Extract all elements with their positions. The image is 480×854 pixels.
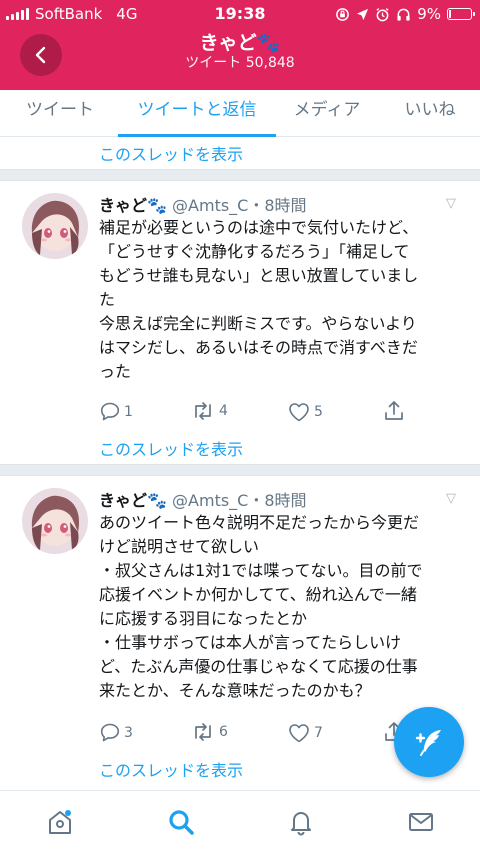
heart-icon [289,403,309,422]
reply-count: 3 [124,724,133,741]
tweet-text-line: った [99,362,132,381]
retweet-icon [195,402,211,420]
like-count: 7 [314,725,323,741]
profile-header: SoftBank 4G 19:38 9% きゃど🐾 ツイート 50,848 [0,0,480,90]
tweet-text-line: 「どうせすぐ沈静化するだろう」「補足して [99,242,410,261]
tweet-text-line: 今思えば完全に判断ミスです。やらないより [99,314,417,333]
like-count: 5 [314,404,323,420]
reply-icon [100,723,120,742]
tweet-text: あのツイート色々説明不足だったから今更だ けど説明させて欲しい ・叔父さんは1対… [99,511,471,703]
tweet-text: 補足が必要というのは途中で気付いたけど、 「どうせすぐ沈静化するだろう」「補足し… [99,216,471,384]
mail-icon [409,813,433,831]
tab-likes[interactable]: いいね [392,90,468,136]
tab-tweets-and-replies[interactable]: ツイートと返信 [118,90,276,136]
tweet-menu-caret-icon[interactable]: ▽ [446,491,456,506]
author-handle: @Amts_C [172,491,249,510]
author-name[interactable]: きゃど🐾 [99,491,167,510]
like-button[interactable]: 7 [288,723,323,743]
tweet-header: きゃど🐾 @Amts_C・8時間 [99,196,307,215]
tweet-menu-caret-icon[interactable]: ▽ [446,196,456,211]
alarm-icon [376,7,389,21]
tweet-text-line: 補足が必要というのは途中で気付いたけど、 [99,218,419,237]
tweet-text-line: けど説明させて欲しい [99,537,260,556]
status-bar: SoftBank 4G 19:38 9% [0,0,480,28]
tweet-divider [0,169,480,181]
tweet-text-line: もどうせ誰も見ない」と思い放置していまし [99,266,419,285]
retweet-button[interactable]: 6 [191,723,228,741]
tweet-text-line: ど、たぶん声優の仕事じゃなくて応援の仕事 [99,657,418,676]
tweet-text-line: はマシだし、あるいはその時点で消すべきだ [99,338,418,357]
share-icon [385,401,403,420]
home-icon [49,810,71,834]
battery-percent: 9% [417,5,441,23]
like-button[interactable]: 5 [288,402,323,422]
show-thread-link[interactable]: このスレッドを表示 [99,141,243,165]
rotation-lock-icon [336,7,350,21]
show-thread-link[interactable]: このスレッドを表示 [99,436,243,460]
profile-tabs: ツイート ツイートと返信 メディア いいね [0,90,480,137]
nav-search[interactable] [166,807,196,837]
retweet-icon [195,723,211,741]
tweet-divider [0,464,480,476]
tab-tweets[interactable]: ツイート [10,90,110,136]
tab-media[interactable]: メディア [284,90,370,136]
profile-name-title: きゃど🐾 [199,32,281,54]
compose-tweet-button[interactable] [394,707,464,777]
tweet-time: 8時間 [264,196,307,215]
avatar[interactable] [22,193,88,259]
heart-icon [289,724,309,743]
tweet-text-line: あのツイート色々説明不足だったから今更だ [99,513,420,532]
compose-feather-icon [415,730,441,756]
bell-icon [291,812,311,836]
nav-notifications[interactable] [286,807,316,837]
tweet-text-line: に応援する羽目になったとか [99,609,308,628]
headphones-icon [397,8,410,21]
nav-home[interactable] [45,807,75,837]
avatar[interactable] [22,488,88,554]
search-icon [169,810,194,835]
retweet-count: 4 [219,403,228,419]
battery-fill [449,10,451,18]
reply-button[interactable]: 1 [100,402,133,421]
show-thread-link[interactable]: このスレッドを表示 [99,757,243,781]
tweet-text-line: ・叔父さんは1対1では喋ってない。目の前で [99,561,423,580]
avatar-image [22,193,88,259]
reply-button[interactable]: 3 [100,723,133,742]
share-button[interactable] [384,400,404,422]
nav-messages[interactable] [406,807,436,837]
tweet-header: きゃど🐾 @Amts_C・8時間 [99,491,307,510]
author-name[interactable]: きゃど🐾 [99,196,167,215]
location-icon [357,8,369,20]
tweet-count: ツイート 50,848 [185,55,295,71]
tweet-text-line: 応援イベントか何かしてて、紛れ込んで一緒 [99,585,417,604]
reply-count: 1 [124,403,133,420]
tweet-text-line: 来たとか、そんな意味だったのかも？ [99,681,371,700]
tweet-text-line: た [99,290,116,309]
author-handle: @Amts_C [172,196,249,215]
avatar-image [22,488,88,554]
tweet-text-line: ・仕事サボっては本人が言ってたらしいけ [99,633,402,652]
reply-icon [100,402,120,421]
bottom-nav [0,790,480,854]
battery-icon [447,8,475,20]
retweet-button[interactable]: 4 [191,402,228,420]
tweet-time: 8時間 [264,491,307,510]
active-tab-indicator [118,134,276,137]
retweet-count: 6 [219,724,228,740]
status-right: 9% [335,5,475,23]
